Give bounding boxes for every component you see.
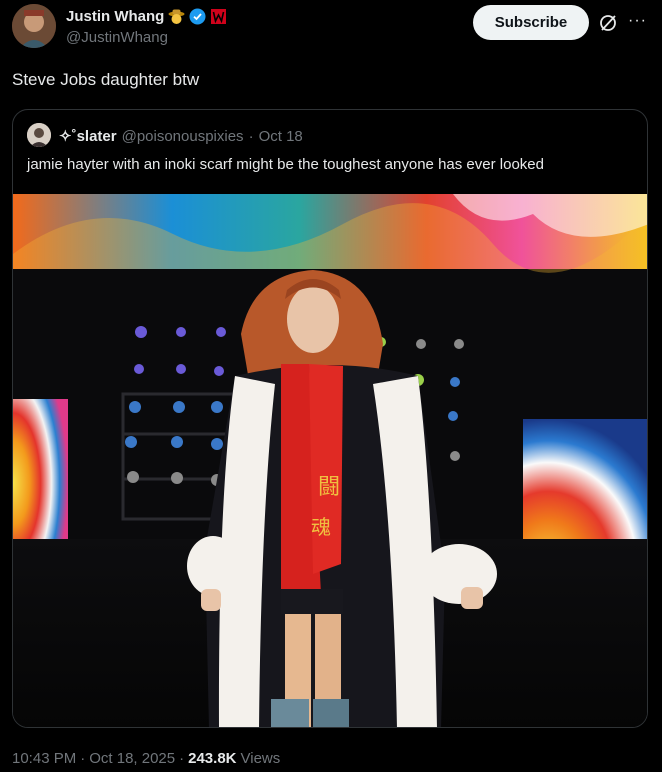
post-time[interactable]: 10:43 PM (12, 750, 76, 767)
quoted-post[interactable]: ✧˚slater @poisonouspixies · Oct 18 jamie… (12, 109, 648, 728)
author-handle[interactable]: @JustinWhang (66, 29, 227, 46)
quoted-name[interactable]: ✧˚slater (59, 127, 117, 145)
separator-dot: · (248, 127, 254, 145)
post-date[interactable]: Oct 18, 2025 (89, 750, 175, 767)
cowboy-emoji-icon (168, 8, 185, 25)
post-meta: 10:43 PM · Oct 18, 2025 · 243.8K Views (12, 750, 280, 767)
verified-badge-icon[interactable] (189, 8, 206, 25)
media-illustration: 闘 魂 (13, 194, 647, 727)
quoted-avatar[interactable] (27, 123, 51, 147)
quoted-media-image[interactable]: 闘 魂 (13, 194, 647, 727)
more-icon[interactable]: ··· (628, 12, 647, 30)
views-label: Views (240, 750, 281, 767)
post: Justin Whang @JustinWhang Subscribe ··· … (0, 0, 662, 772)
author-avatar[interactable] (12, 4, 56, 48)
quoted-handle[interactable]: @poisonouspixies (122, 128, 244, 145)
svg-text:闘: 闘 (318, 475, 340, 500)
author-name[interactable]: Justin Whang (66, 8, 164, 25)
views-count[interactable]: 243.8K (188, 750, 236, 767)
quoted-date[interactable]: Oct 18 (259, 128, 303, 145)
quoted-text: jamie hayter with an inoki scarf might b… (27, 156, 544, 173)
quoted-header: ✧˚slater @poisonouspixies · Oct 18 (59, 127, 303, 146)
post-text: Steve Jobs daughter btw (12, 70, 200, 89)
meta-separator: · (179, 750, 185, 767)
author-block: Justin Whang @JustinWhang (66, 6, 227, 46)
wwe-logo-icon[interactable] (210, 8, 227, 25)
subscribe-button[interactable]: Subscribe (473, 5, 589, 40)
grok-icon[interactable] (598, 13, 618, 33)
svg-text:魂: 魂 (311, 515, 331, 539)
meta-separator: · (80, 750, 86, 767)
avatar-image (12, 4, 56, 48)
